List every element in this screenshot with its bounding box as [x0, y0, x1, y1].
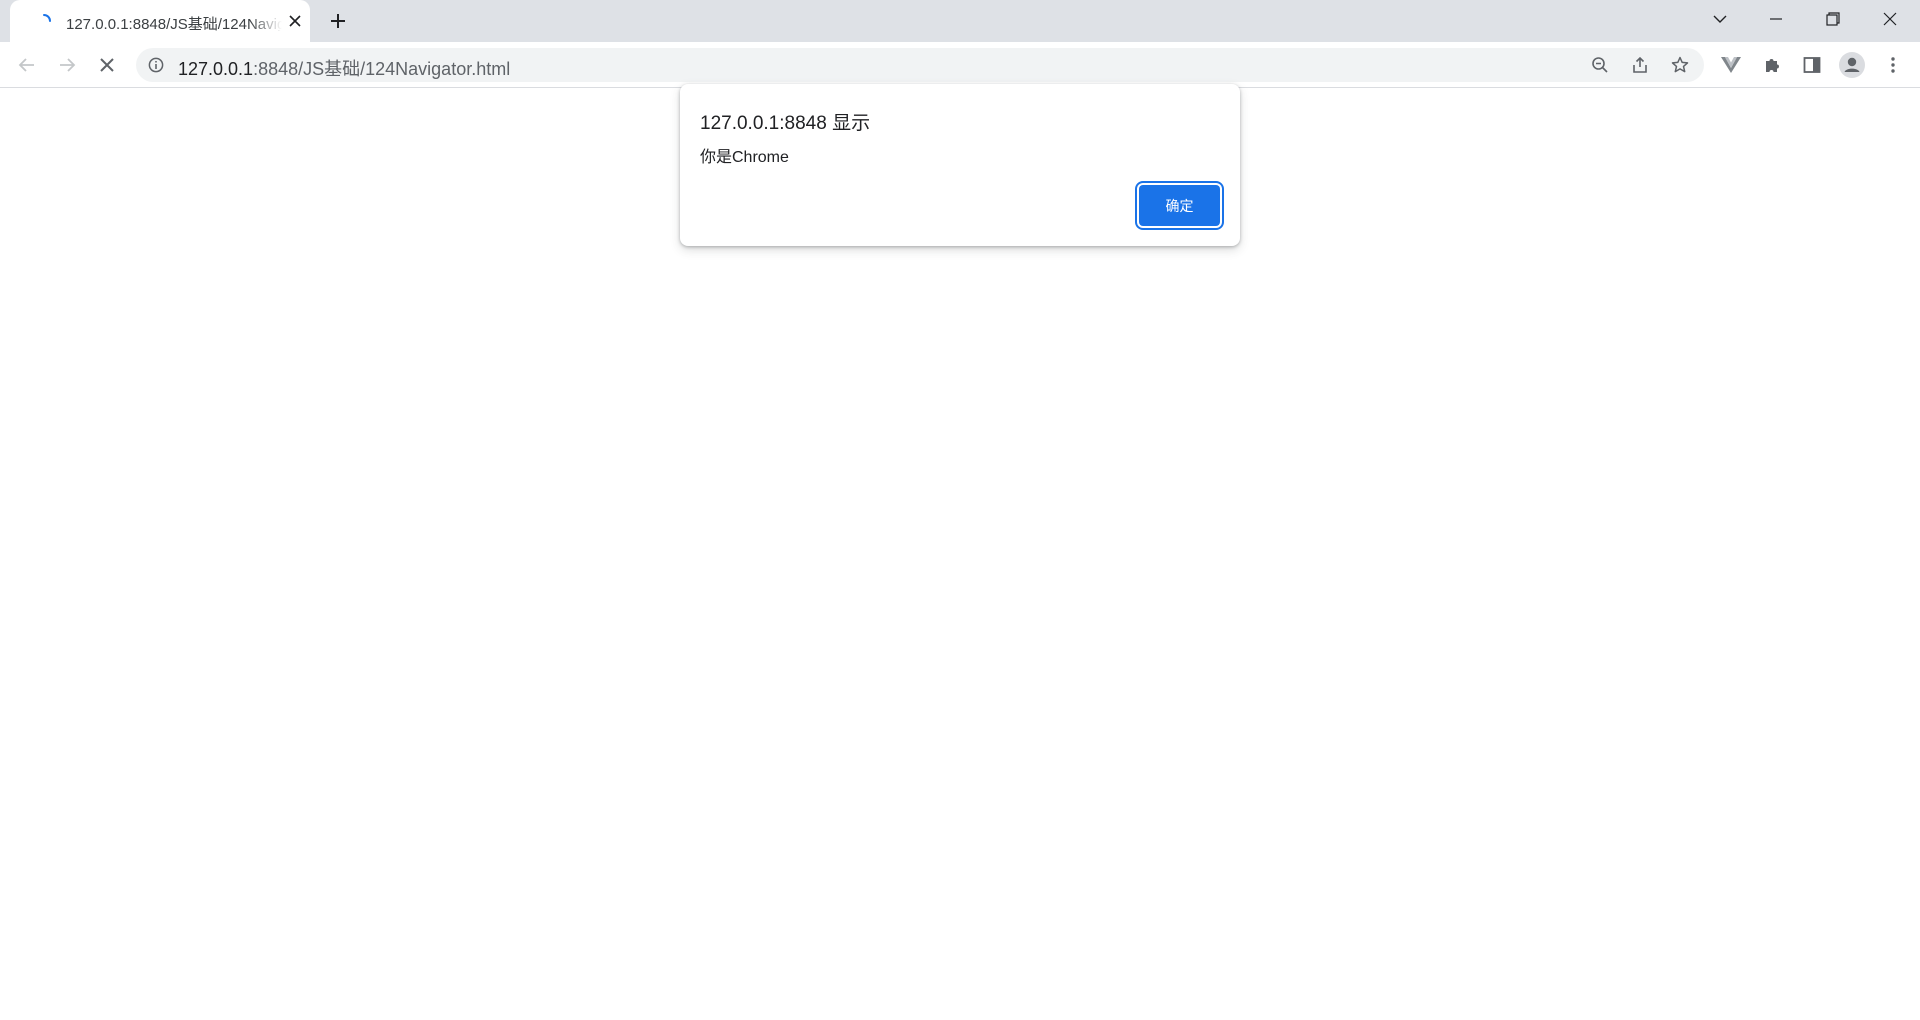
alert-dialog: 127.0.0.1:8848 显示 你是Chrome 确定: [680, 84, 1240, 246]
back-arrow-left-icon[interactable]: [11, 49, 43, 81]
minimize-icon[interactable]: [1748, 0, 1804, 38]
tab-close-icon[interactable]: [286, 12, 304, 30]
url-text[interactable]: 127.0.0.1:8848/JS基础/124Navigator.html: [178, 55, 510, 81]
browser-tab[interactable]: 127.0.0.1:8848/JS基础/124Navigator.html: [10, 0, 310, 42]
dialog-message: 你是Chrome: [700, 149, 789, 166]
loading-spinner-icon: [36, 13, 52, 29]
dialog-title: 127.0.0.1:8848 显示: [700, 113, 871, 134]
more-menu-icon[interactable]: [1880, 52, 1906, 78]
address-bar[interactable]: 127.0.0.1:8848/JS基础/124Navigator.html: [136, 48, 1704, 82]
tab-title: 127.0.0.1:8848/JS基础/124Navigator.html: [66, 16, 282, 31]
window-close-icon[interactable]: [1862, 0, 1918, 38]
tab-search-chevron-down-icon[interactable]: [1692, 0, 1748, 38]
restore-icon[interactable]: [1805, 0, 1861, 38]
side-panel-icon[interactable]: [1799, 52, 1825, 78]
site-info-icon[interactable]: [148, 57, 164, 73]
forward-arrow-right-icon[interactable]: [51, 49, 83, 81]
tab-strip: 127.0.0.1:8848/JS基础/124Navigator.html: [0, 0, 1920, 42]
vue-devtools-icon[interactable]: [1718, 52, 1744, 78]
ok-button[interactable]: 确定: [1139, 185, 1220, 226]
profile-avatar-icon[interactable]: [1839, 52, 1865, 78]
stop-loading-icon[interactable]: [91, 49, 123, 81]
extensions-puzzle-icon[interactable]: [1759, 52, 1785, 78]
url-host: 127.0.0.1: [178, 59, 254, 79]
new-tab-plus-icon[interactable]: [326, 9, 350, 33]
bookmark-star-icon[interactable]: [1668, 53, 1692, 77]
zoom-out-icon[interactable]: [1588, 53, 1612, 77]
share-icon[interactable]: [1628, 53, 1652, 77]
browser-toolbar: 127.0.0.1:8848/JS基础/124Navigator.html: [0, 42, 1920, 88]
url-path: :8848/JS基础/124Navigator.html: [253, 59, 511, 79]
